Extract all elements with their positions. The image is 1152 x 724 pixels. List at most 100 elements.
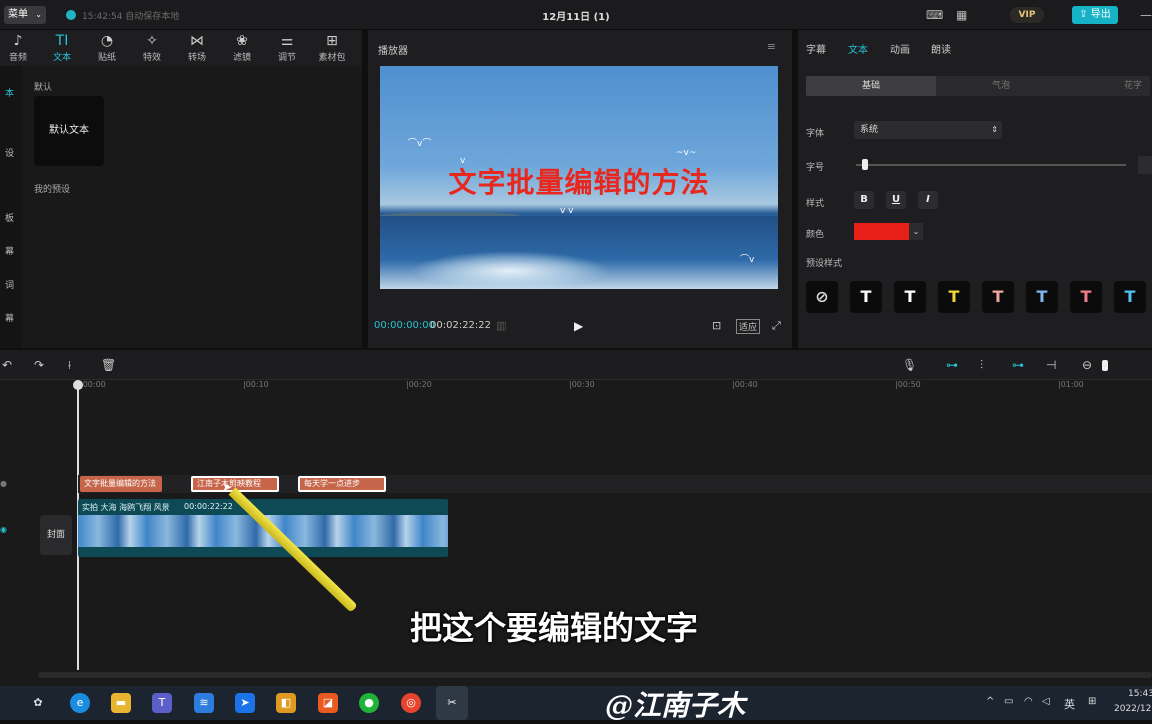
size-slider-track[interactable]	[856, 164, 1126, 166]
tool-label: 特效	[142, 53, 161, 63]
chevron-up-icon[interactable]: ^	[986, 696, 994, 707]
tool-label: 贴纸	[97, 53, 116, 63]
ime-icon[interactable]: ⊞	[1088, 696, 1096, 707]
layout-icon[interactable]: ▦	[956, 8, 967, 22]
audio-toggle-icon[interactable]: ◉	[0, 525, 7, 534]
category-item[interactable]: 幕	[0, 244, 14, 257]
tool-effects[interactable]: ✧ 特效	[132, 32, 172, 63]
app-icon[interactable]: ◧	[276, 693, 296, 713]
crop-icon[interactable]: ⊡	[712, 319, 721, 332]
size-input[interactable]	[1138, 156, 1152, 174]
tool-adjust[interactable]: ⚌ 调节	[267, 32, 307, 63]
feishu-icon[interactable]: ➤	[235, 693, 255, 713]
sticker-icon: ◔	[100, 33, 114, 49]
category-item[interactable]: 词	[0, 278, 14, 291]
video-clip-label: 实拍 大海 海鸥飞翔 风景	[82, 503, 170, 512]
eye-icon[interactable]: ●	[0, 479, 7, 488]
wechat-icon[interactable]: ●	[359, 693, 379, 713]
player-menu-icon[interactable]: ≡	[767, 40, 776, 53]
tool-audio[interactable]: ♪ 音频	[0, 32, 38, 63]
ruler-tick: |00:00	[80, 380, 106, 389]
tab-read[interactable]: 朗读	[931, 41, 951, 56]
bold-button[interactable]: B	[854, 191, 874, 209]
tool-text[interactable]: TI 文本	[42, 32, 82, 63]
tool-label: 文本	[52, 53, 71, 63]
edge-icon[interactable]: e	[70, 693, 90, 713]
volume-icon[interactable]: ◁	[1042, 696, 1050, 707]
text-style-preset[interactable]: T	[1026, 281, 1058, 313]
segment-basic[interactable]: 基础	[806, 76, 936, 96]
text-style-preset[interactable]: T	[850, 281, 882, 313]
tab-text[interactable]: 文本	[848, 41, 868, 56]
mouse-cursor-icon: ➤	[222, 480, 233, 494]
text-style-preset[interactable]: T	[1070, 281, 1102, 313]
start-icon[interactable]: ✿	[28, 693, 48, 713]
play-icon[interactable]: ▶	[574, 319, 583, 333]
keyboard-icon[interactable]: ⌨	[926, 8, 943, 22]
player-panel: 播放器 ≡ ⌒v⌒ v ~v~ v v ⌒v 文字批量编辑的方法 00:00:0…	[368, 30, 792, 348]
taskbar: ✿ e ▬ T ≋ ➤ ◧ ◪ ● ◎ ✂ ^ ▭ ◠ ◁ 英 ⊞	[0, 686, 1152, 720]
vip-badge[interactable]: VIP	[1010, 7, 1044, 23]
center-icon[interactable]: ⊣	[1046, 358, 1056, 372]
folder-icon[interactable]: ▬	[111, 693, 131, 713]
split-icon[interactable]: ⟊	[68, 358, 71, 373]
transition-icon: ⋈	[190, 33, 204, 49]
language-indicator[interactable]: 英	[1064, 696, 1075, 712]
capcut-icon[interactable]: ✂	[436, 686, 468, 720]
chevron-down-icon[interactable]: ⌄	[909, 223, 923, 240]
zoom-slider-handle[interactable]	[1102, 360, 1108, 371]
tool-label: 音频	[8, 53, 27, 63]
tab-animation[interactable]: 动画	[890, 41, 910, 56]
category-item[interactable]: 幕	[0, 311, 14, 324]
fit-button[interactable]: 适应	[736, 319, 761, 334]
default-text-card[interactable]: 默认文本	[34, 96, 104, 166]
no-style-preset[interactable]: ⊘	[806, 281, 838, 313]
tool-transition[interactable]: ⋈ 转场	[177, 32, 217, 63]
tab-subtitle[interactable]: 字幕	[806, 41, 826, 56]
color-swatch[interactable]	[854, 223, 909, 240]
cover-button[interactable]: 封面	[40, 515, 72, 555]
snap-icon[interactable]: ⫶	[980, 358, 983, 373]
wifi-icon[interactable]: ◠	[1024, 696, 1033, 707]
timeline-toolbar: ↶ ↷ ⟊ 🗑 🎙 ⊶ ⫶ ⊶ ⊣ ⊖	[0, 350, 1152, 380]
time-ruler[interactable]: |00:00 |00:10 |00:20 |00:30 |00:40 |00:50 |01:…	[80, 380, 1152, 394]
redo-icon[interactable]: ↷	[34, 358, 44, 372]
video-preview[interactable]: ⌒v⌒ v ~v~ v v ⌒v 文字批量编辑的方法	[380, 66, 778, 289]
underline-button[interactable]: U	[886, 191, 906, 209]
segment-fancy[interactable]: 花字	[1076, 76, 1150, 96]
category-item[interactable]: 设	[0, 146, 14, 159]
preview-axis-icon[interactable]: ⊶	[1012, 358, 1024, 372]
clock-date: 2022/12	[1114, 704, 1152, 714]
teams-icon[interactable]: T	[152, 693, 172, 713]
segment-bubble[interactable]: 气泡	[936, 76, 1066, 96]
text-style-preset[interactable]: T	[894, 281, 926, 313]
category-item[interactable]: 板	[0, 211, 14, 224]
text-clip[interactable]: 每天学一点进步	[298, 476, 386, 492]
font-select[interactable]: 系统 ⇕	[854, 121, 1002, 139]
photos-icon[interactable]: ≋	[194, 693, 214, 713]
text-clip[interactable]: 文字批量编辑的方法	[80, 476, 162, 492]
office-icon[interactable]: ◪	[318, 693, 338, 713]
microphone-icon[interactable]: 🎙	[902, 358, 917, 372]
text-style-preset[interactable]: T	[938, 281, 970, 313]
delete-icon[interactable]: 🗑	[101, 358, 116, 372]
chrome-icon[interactable]: ◎	[401, 693, 421, 713]
text-style-preset[interactable]: T	[1114, 281, 1146, 313]
link-icon[interactable]: ⊶	[946, 358, 958, 372]
category-item[interactable]: 本	[0, 86, 14, 99]
zoom-out-icon[interactable]: ⊖	[1082, 358, 1092, 372]
italic-button[interactable]: I	[918, 191, 938, 209]
timeline-scrollbar[interactable]	[38, 672, 1152, 678]
export-button[interactable]: ⇪ 导出	[1072, 6, 1118, 24]
battery-icon[interactable]: ▭	[1004, 696, 1013, 707]
size-slider-handle[interactable]	[862, 159, 868, 170]
text-style-preset[interactable]: T	[982, 281, 1014, 313]
minimize-icon[interactable]: —	[1140, 8, 1152, 22]
ruler-tick: |00:50	[895, 380, 921, 389]
undo-icon[interactable]: ↶	[2, 358, 12, 372]
tool-sticker[interactable]: ◔ 贴纸	[87, 32, 127, 63]
waveform-icon[interactable]: ▥	[496, 319, 506, 332]
tool-package[interactable]: ⊞ 素材包	[312, 32, 352, 63]
fullscreen-icon[interactable]: ⤢	[772, 319, 781, 333]
tool-filter[interactable]: ❀ 滤镜	[222, 32, 262, 63]
